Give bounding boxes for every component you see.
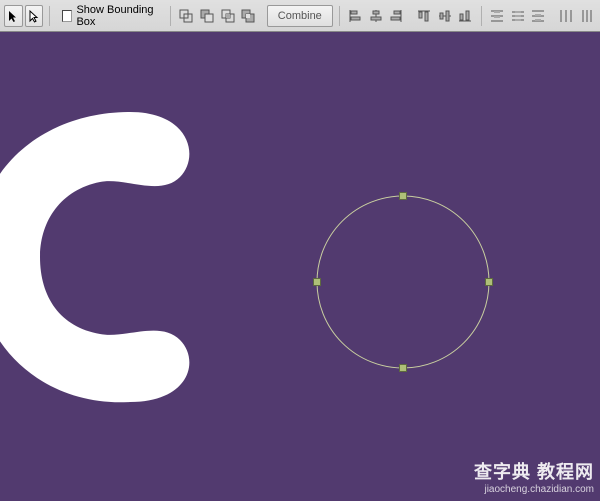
direct-selection-tool-icon[interactable] [25,5,44,27]
align-top-edges-icon[interactable] [415,5,434,27]
show-bounding-box-checkbox[interactable]: Show Bounding Box [56,5,164,27]
options-toolbar: Show Bounding Box Combine [0,0,600,32]
distribute-top-icon[interactable] [488,5,507,27]
distribute-horizontal-centers-icon[interactable] [577,5,596,27]
align-right-edges-icon[interactable] [387,5,406,27]
align-left-edges-icon[interactable] [346,5,365,27]
checkbox-label: Show Bounding Box [76,4,158,28]
circle-outline [317,196,489,368]
toolbar-separator [170,6,171,26]
distribute-vertical-centers-icon[interactable] [508,5,527,27]
watermark-title: 查字典 教程网 [474,458,594,484]
anchor-handle-left[interactable] [314,279,321,286]
path-union-icon[interactable] [177,5,196,27]
selected-circle-path[interactable] [313,192,493,372]
toolbar-separator [481,6,482,26]
combine-button[interactable]: Combine [267,5,333,27]
path-subtract-icon[interactable] [198,5,217,27]
align-horizontal-centers-icon[interactable] [366,5,385,27]
letter-c-shape[interactable] [0,102,220,412]
align-bottom-edges-icon[interactable] [456,5,475,27]
distribute-left-icon[interactable] [557,5,576,27]
anchor-handle-top[interactable] [400,193,407,200]
checkbox-box [62,10,72,22]
watermark: 查字典 教程网 jiaocheng.chazidian.com [474,458,594,495]
anchor-handle-bottom[interactable] [400,365,407,372]
path-intersect-icon[interactable] [218,5,237,27]
selection-tool-icon[interactable] [4,5,23,27]
distribute-bottom-icon[interactable] [529,5,548,27]
anchor-handle-right[interactable] [486,279,493,286]
document-canvas[interactable]: 查字典 教程网 jiaocheng.chazidian.com [0,32,600,501]
toolbar-separator [49,6,50,26]
toolbar-separator [339,6,340,26]
path-exclude-icon[interactable] [239,5,258,27]
combine-button-label: Combine [278,10,322,22]
watermark-url: jiaocheng.chazidian.com [474,484,594,495]
align-vertical-centers-icon[interactable] [435,5,454,27]
